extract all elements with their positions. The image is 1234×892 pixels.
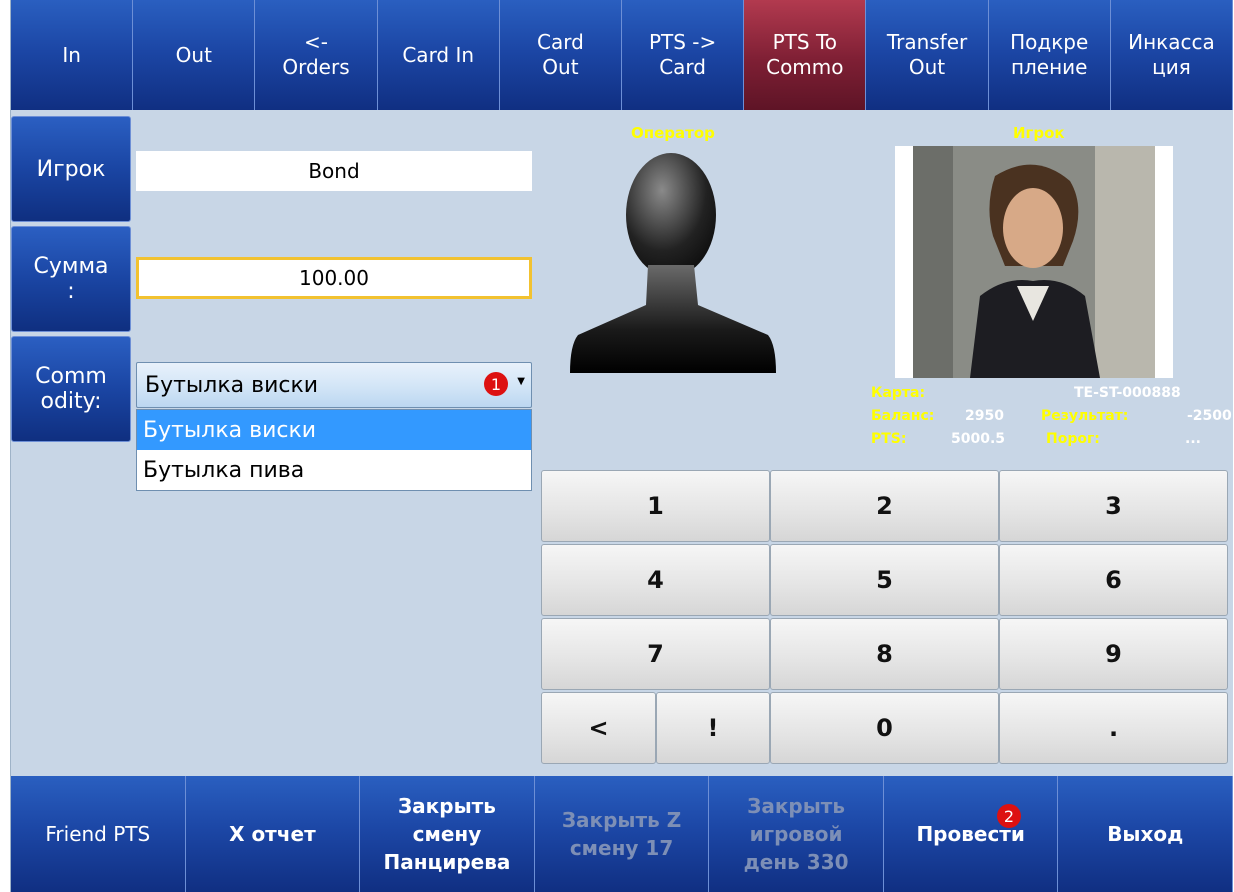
tab-pts-to-commodity[interactable]: PTS To Commo (744, 0, 867, 110)
key-7[interactable]: 7 (541, 618, 770, 690)
tab-orders[interactable]: <- Orders (255, 0, 378, 110)
player-button[interactable]: Игрок (11, 116, 131, 222)
sum-button[interactable]: Сумма : (11, 226, 131, 332)
tab-collection[interactable]: Инкасса ция (1110, 0, 1234, 110)
key-2[interactable]: 2 (770, 470, 999, 542)
tab-pts-to-card[interactable]: PTS -> Card (622, 0, 745, 110)
commodity-option[interactable]: Бутылка пива (137, 450, 531, 490)
app-window: In Out <- Orders Card In Card Out PTS ->… (10, 0, 1234, 892)
key-3[interactable]: 3 (999, 470, 1228, 542)
key-6[interactable]: 6 (999, 544, 1228, 616)
key-9[interactable]: 9 (999, 618, 1228, 690)
result-label: Результат: (1041, 408, 1129, 424)
chevron-down-icon[interactable]: ▼ (517, 376, 525, 387)
close-z-shift-button[interactable]: Закрыть Z смену 17 (534, 776, 710, 892)
balance-label: Баланс: (871, 408, 935, 424)
player-photo (895, 146, 1173, 378)
close-shift-button[interactable]: Закрыть смену Панцирева (360, 776, 535, 892)
numeric-keypad: 1 2 3 4 5 6 7 8 9 < ! 0 . (541, 470, 1228, 766)
commodity-selected-value: Бутылка виски (145, 372, 319, 398)
threshold-value: ... (1185, 431, 1201, 447)
player-pts-row: PTS: 5000.5 Порог: ... (871, 431, 1231, 451)
tab-reinforcement[interactable]: Подкре пление (988, 0, 1111, 110)
key-1[interactable]: 1 (541, 470, 770, 542)
step-badge-2: 2 (997, 804, 1021, 828)
tab-card-in[interactable]: Card In (377, 0, 500, 110)
close-game-day-button[interactable]: Закрыть игровой день 330 (709, 776, 884, 892)
top-nav: In Out <- Orders Card In Card Out PTS ->… (11, 0, 1234, 110)
pts-value: 5000.5 (951, 431, 1006, 447)
key-exclamation[interactable]: ! (656, 692, 770, 764)
commodity-button[interactable]: Comm odity: (11, 336, 131, 442)
bottom-toolbar: Friend PTS X отчет Закрыть смену Панцире… (11, 776, 1234, 892)
x-report-button[interactable]: X отчет (185, 776, 361, 892)
key-0[interactable]: 0 (770, 692, 999, 764)
operator-label: Оператор (631, 124, 715, 142)
card-label: Карта: (871, 385, 926, 401)
operator-avatar-icon (570, 153, 776, 373)
result-value: -2500 (1187, 408, 1232, 424)
key-5[interactable]: 5 (770, 544, 999, 616)
player-photo-image (913, 146, 1155, 378)
player-field[interactable]: Bond (136, 151, 532, 191)
threshold-label: Порог: (1046, 431, 1100, 447)
player-card-row: Карта: TE-ST-000888 (871, 385, 1231, 405)
balance-value: 2950 (965, 408, 1004, 424)
tab-out[interactable]: Out (133, 0, 256, 110)
exit-button[interactable]: Выход (1058, 776, 1234, 892)
submit-button[interactable]: Провести (883, 776, 1059, 892)
tab-card-out[interactable]: Card Out (499, 0, 623, 110)
commodity-option[interactable]: Бутылка виски (137, 410, 531, 450)
key-backspace[interactable]: < (541, 692, 656, 764)
key-4[interactable]: 4 (541, 544, 770, 616)
tab-in[interactable]: In (11, 0, 134, 110)
sum-field[interactable]: 100.00 (136, 257, 532, 299)
pts-label: PTS: (871, 431, 907, 447)
commodity-select[interactable]: Бутылка виски ▼ (136, 362, 532, 408)
tab-transfer-out[interactable]: Transfer Out (866, 0, 989, 110)
card-value: TE-ST-000888 (1074, 385, 1181, 401)
step-badge-1: 1 (484, 372, 508, 396)
player-balance-row: Баланс: 2950 Результат: -2500 (871, 408, 1232, 428)
player-label: Игрок (1013, 124, 1065, 142)
commodity-dropdown-list: Бутылка виски Бутылка пива (136, 409, 532, 491)
key-8[interactable]: 8 (770, 618, 999, 690)
friend-pts-button[interactable]: Friend PTS (11, 776, 186, 892)
key-dot[interactable]: . (999, 692, 1228, 764)
